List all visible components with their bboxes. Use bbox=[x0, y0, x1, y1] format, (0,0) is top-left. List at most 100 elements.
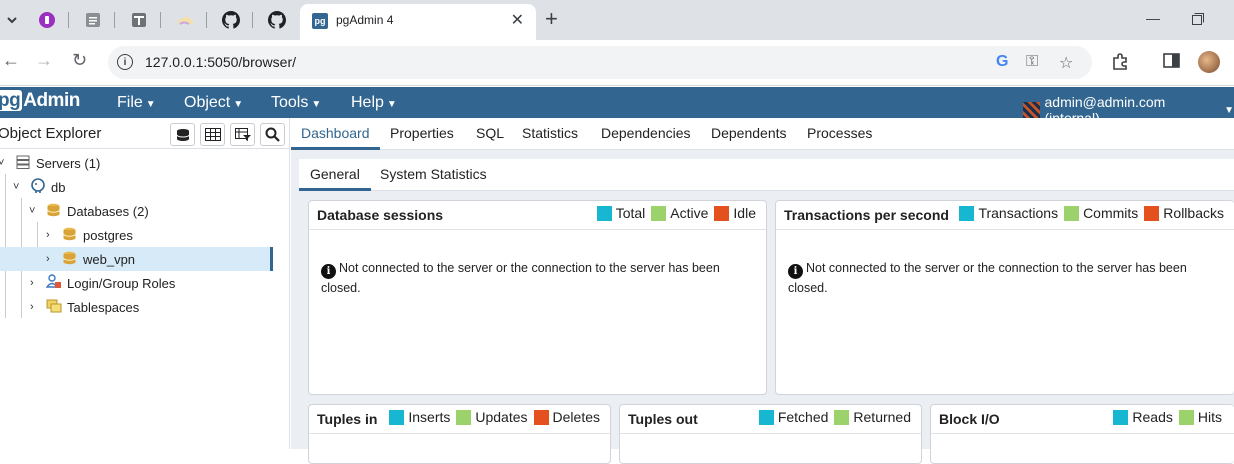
tab-dashboard[interactable]: Dashboard bbox=[301, 125, 370, 141]
menu-help[interactable]: Help ▼ bbox=[351, 94, 397, 112]
back-arrow-icon[interactable]: ← bbox=[2, 50, 20, 71]
main-content: Dashboard Properties SQL Statistics Depe… bbox=[291, 118, 1234, 464]
chevron-down-icon[interactable]: ˅ bbox=[29, 205, 35, 217]
chevron-right-icon[interactable]: › bbox=[30, 301, 34, 313]
tab-general[interactable]: General bbox=[310, 166, 360, 182]
extensions-puzzle-icon[interactable] bbox=[1111, 53, 1129, 76]
legend-swatch-commits bbox=[1064, 205, 1080, 221]
chart-legend: Total Active Idle bbox=[596, 205, 758, 221]
close-tab-icon[interactable]: ✕ bbox=[511, 10, 524, 30]
tab-dependents[interactable]: Dependents bbox=[711, 125, 787, 141]
tree-item-label: Databases (2) bbox=[67, 203, 149, 219]
tab-favicon-purple-icon[interactable] bbox=[35, 8, 59, 32]
databases-icon bbox=[46, 203, 61, 220]
search-icon[interactable] bbox=[260, 123, 285, 146]
panel-database-sessions: Database sessions Total Active Idle i Not… bbox=[308, 200, 767, 395]
legend-swatch-transactions bbox=[959, 205, 975, 221]
profile-avatar[interactable] bbox=[1198, 51, 1220, 73]
tree-item-login-group-roles[interactable]: › Login/Group Roles bbox=[0, 271, 290, 295]
tab-github-icon[interactable] bbox=[219, 8, 243, 32]
legend-swatch-returned bbox=[834, 409, 850, 425]
new-tab-icon[interactable]: + bbox=[545, 6, 558, 32]
tree-item-servers[interactable]: ˅ Servers (1) bbox=[0, 151, 290, 175]
tab-system-statistics[interactable]: System Statistics bbox=[380, 166, 487, 182]
view-data-table-icon[interactable] bbox=[200, 123, 225, 146]
panel-block-io: Block I/O Reads Hits bbox=[930, 404, 1234, 464]
address-bar[interactable]: i 127.0.0.1:5050/browser/ G ⚿ ☆ bbox=[108, 46, 1092, 79]
tab-favicon-cloud-icon[interactable] bbox=[173, 8, 197, 32]
side-panel-icon[interactable] bbox=[1163, 53, 1181, 74]
menu-tools[interactable]: Tools ▼ bbox=[271, 94, 321, 112]
object-explorer-header: Object Explorer bbox=[0, 118, 290, 149]
pgadmin-header: pg Admin File ▼ Object ▼ Tools ▼ Help ▼ admin… bbox=[0, 87, 1234, 126]
chevron-right-icon[interactable]: › bbox=[46, 253, 50, 265]
user-avatar-icon bbox=[1023, 101, 1040, 119]
panel-title: Database sessions bbox=[317, 207, 444, 223]
panel-tuples-in: Tuples in Inserts Updates Deletes bbox=[308, 404, 611, 464]
tab-github-icon[interactable] bbox=[265, 8, 289, 32]
legend-label: Fetched bbox=[777, 409, 829, 425]
tree-item-database-postgres[interactable]: › postgres bbox=[0, 223, 290, 247]
legend-label: Reads bbox=[1132, 409, 1173, 425]
site-info-icon[interactable]: i bbox=[117, 54, 133, 70]
restore-window-icon[interactable] bbox=[1192, 12, 1204, 28]
tree-item-database-web-vpn[interactable]: › web_vpn bbox=[0, 247, 273, 271]
legend-swatch-inserts bbox=[389, 409, 405, 425]
tab-pgadmin[interactable]: pg pgAdmin 4 ✕ bbox=[300, 4, 536, 40]
chevron-down-icon: ▼ bbox=[145, 99, 156, 110]
menu-object[interactable]: Object ▼ bbox=[184, 94, 243, 112]
query-tool-database-icon[interactable] bbox=[170, 123, 195, 146]
chevron-right-icon[interactable]: › bbox=[30, 277, 34, 289]
object-explorer-title: Object Explorer bbox=[0, 125, 102, 142]
tree-item-databases[interactable]: ˅ Databases (2) bbox=[0, 199, 290, 223]
chevron-right-icon[interactable]: › bbox=[46, 229, 50, 241]
legend-swatch-reads bbox=[1113, 409, 1129, 425]
chart-legend: Fetched Returned bbox=[758, 409, 913, 425]
legend-swatch-deletes bbox=[533, 409, 549, 425]
legend-label: Transactions bbox=[978, 205, 1059, 221]
menu-file[interactable]: File ▼ bbox=[117, 94, 156, 112]
legend-swatch-idle bbox=[714, 205, 730, 221]
legend-label: Updates bbox=[475, 409, 528, 425]
legend-swatch-fetched bbox=[758, 409, 774, 425]
google-icon[interactable]: G bbox=[996, 53, 1008, 71]
panel-title: Tuples in bbox=[317, 411, 378, 427]
reload-icon[interactable]: ↻ bbox=[72, 50, 87, 71]
tree-item-tablespaces[interactable]: › Tablespaces bbox=[0, 295, 290, 319]
forward-arrow-icon[interactable]: → bbox=[35, 50, 53, 71]
tree-item-label: Login/Group Roles bbox=[67, 275, 176, 291]
legend-label: Hits bbox=[1197, 409, 1222, 425]
roles-icon bbox=[45, 274, 62, 292]
url-text[interactable]: 127.0.0.1:5050/browser/ bbox=[145, 54, 296, 70]
bookmark-star-icon[interactable]: ☆ bbox=[1059, 53, 1073, 73]
not-connected-message: i Not connected to the server or the conn… bbox=[788, 261, 1187, 295]
tab-dependencies[interactable]: Dependencies bbox=[601, 125, 691, 141]
password-key-icon[interactable]: ⚿ bbox=[1026, 53, 1038, 71]
minimize-window-icon[interactable]: — bbox=[1146, 10, 1160, 26]
chevron-down-icon: ▼ bbox=[386, 99, 397, 110]
tree-item-label: Tablespaces bbox=[67, 299, 140, 315]
legend-label: Total bbox=[615, 205, 646, 221]
tab-processes[interactable]: Processes bbox=[807, 125, 872, 141]
tab-list-chevron-icon[interactable] bbox=[0, 8, 24, 32]
panel-transactions-per-second: Transactions per second Transactions Com… bbox=[775, 200, 1234, 395]
dashboard-sub-tabs: General System Statistics bbox=[299, 159, 1234, 191]
legend-label: Rollbacks bbox=[1163, 205, 1224, 221]
chart-legend: Inserts Updates Deletes bbox=[389, 409, 602, 425]
chevron-down-icon[interactable]: ˅ bbox=[13, 181, 19, 193]
tab-sql[interactable]: SQL bbox=[476, 125, 504, 141]
info-icon: i bbox=[788, 264, 803, 279]
legend-swatch-rollbacks bbox=[1144, 205, 1160, 221]
chevron-down-icon[interactable]: ˅ bbox=[0, 157, 4, 169]
tab-favicon-table-icon[interactable] bbox=[127, 8, 151, 32]
legend-label: Inserts bbox=[408, 409, 451, 425]
chart-legend: Transactions Commits Rollbacks bbox=[959, 205, 1226, 221]
filtered-rows-icon[interactable] bbox=[230, 123, 255, 146]
tab-properties[interactable]: Properties bbox=[390, 125, 454, 141]
browser-tab-strip: pg pgAdmin 4 ✕ + — bbox=[0, 0, 1234, 40]
tab-statistics[interactable]: Statistics bbox=[522, 125, 578, 141]
tree-item-label: db bbox=[51, 179, 66, 195]
legend-label: Deletes bbox=[552, 409, 600, 425]
tree-item-server-db[interactable]: ˅ db bbox=[0, 175, 290, 199]
tab-favicon-document-icon[interactable] bbox=[81, 8, 105, 32]
